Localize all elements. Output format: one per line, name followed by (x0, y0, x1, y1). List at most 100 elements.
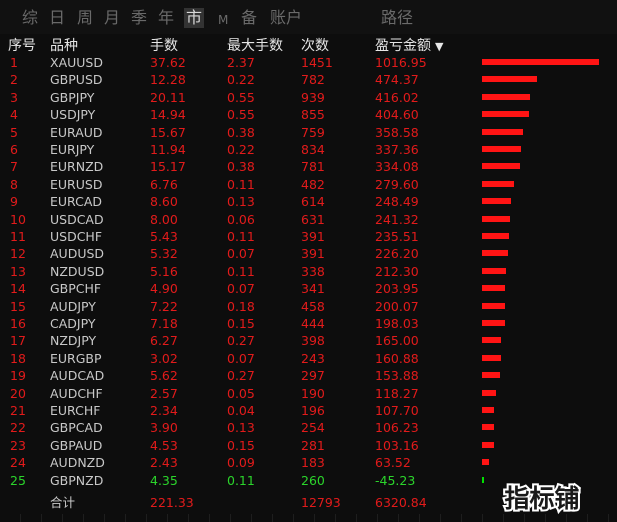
total-lots: 221.33 (150, 495, 194, 510)
table-row[interactable]: 9 EURCAD 8.60 0.13 614 248.49 (0, 193, 617, 210)
symbol-cell: XAUUSD (50, 55, 103, 70)
table-row[interactable]: 14 GBPCHF 4.90 0.07 341 203.95 (0, 280, 617, 297)
table-row[interactable]: 1 XAUUSD 37.62 2.37 1451 1016.95 (0, 54, 617, 71)
max-lots-cell: 0.11 (227, 472, 255, 488)
max-lots-cell: 0.15 (227, 437, 255, 453)
tab-path[interactable]: 路径 (381, 8, 413, 28)
header-pnl[interactable]: 盈亏金额 ▼ (375, 36, 443, 56)
tab-summary[interactable]: 综 (22, 8, 38, 28)
pnl-cell: 226.20 (375, 246, 419, 262)
header-max-lots[interactable]: 最大手数 (227, 36, 283, 56)
table-row[interactable]: 20 AUDCHF 2.57 0.05 190 118.27 (0, 385, 617, 402)
watermark-logo: 指标铺 (502, 482, 581, 515)
tab-week[interactable]: 周 (77, 8, 93, 28)
pnl-cell: 334.08 (375, 159, 419, 175)
table-row[interactable]: 5 EURAUD 15.67 0.38 759 358.58 (0, 124, 617, 141)
table-row[interactable]: 17 NZDJPY 6.27 0.27 398 165.00 (0, 332, 617, 349)
tab-quarter[interactable]: 季 (131, 8, 147, 28)
lots-cell: 6.76 (150, 176, 178, 192)
table-row[interactable]: 15 AUDJPY 7.22 0.18 458 200.07 (0, 298, 617, 315)
tab-notes[interactable]: 备 (241, 8, 257, 28)
table-row[interactable]: 18 EURGBP 3.02 0.07 243 160.88 (0, 350, 617, 367)
max-lots-cell: 0.13 (227, 194, 255, 210)
table-row[interactable]: 16 CADJPY 7.18 0.15 444 198.03 (0, 315, 617, 332)
lots-cell: 2.57 (150, 385, 178, 401)
lots-cell: 3.90 (150, 420, 178, 436)
header-count[interactable]: 次数 (301, 36, 329, 56)
count-cell: 759 (301, 124, 325, 140)
count-cell: 1451 (301, 55, 333, 70)
index-cell: 11 (10, 229, 26, 244)
pnl-cell: 198.03 (375, 316, 419, 331)
header-index[interactable]: 序号 (8, 36, 36, 56)
max-lots-cell: 0.22 (227, 142, 255, 157)
table-row[interactable]: 2 GBPUSD 12.28 0.22 782 474.37 (0, 71, 617, 88)
tab-month[interactable]: 月 (104, 8, 120, 28)
pnl-cell: 235.51 (375, 229, 419, 244)
table-row[interactable]: 12 AUDUSD 5.32 0.07 391 226.20 (0, 245, 617, 262)
header-pnl-label: 盈亏金额 (375, 38, 431, 54)
lots-cell: 4.35 (150, 472, 178, 488)
symbol-cell: USDJPY (50, 107, 96, 123)
symbol-cell: GBPUSD (50, 72, 103, 88)
lots-cell: 2.34 (150, 403, 178, 418)
pnl-cell: 200.07 (375, 298, 419, 314)
pnl-cell: 474.37 (375, 72, 419, 88)
count-cell: 190 (301, 385, 325, 401)
table-row[interactable]: 22 GBPCAD 3.90 0.13 254 106.23 (0, 419, 617, 436)
index-cell: 2 (10, 72, 18, 88)
symbol-cell: EURGBP (50, 350, 102, 366)
lots-cell: 5.43 (150, 229, 178, 244)
header-symbol[interactable]: 品种 (50, 36, 78, 56)
symbol-cell: GBPCAD (50, 420, 103, 436)
tab-year[interactable]: 年 (158, 8, 174, 28)
table-row[interactable]: 8 EURUSD 6.76 0.11 482 279.60 (0, 176, 617, 193)
index-cell: 21 (10, 403, 26, 418)
lots-cell: 6.27 (150, 333, 178, 349)
tab-m[interactable]: M (218, 10, 228, 30)
table-row[interactable]: 4 USDJPY 14.94 0.55 855 404.60 (0, 106, 617, 123)
lots-cell: 12.28 (150, 72, 186, 88)
count-cell: 834 (301, 142, 325, 157)
table-row[interactable]: 13 NZDUSD 5.16 0.11 338 212.30 (0, 263, 617, 280)
lots-cell: 11.94 (150, 142, 186, 157)
pnl-bar (482, 337, 501, 344)
header-lots[interactable]: 手数 (150, 36, 178, 56)
pnl-cell: 107.70 (375, 403, 419, 418)
index-cell: 4 (10, 107, 18, 123)
table-row[interactable]: 6 EURJPY 11.94 0.22 834 337.36 (0, 141, 617, 158)
count-cell: 482 (301, 176, 325, 192)
pnl-cell: 416.02 (375, 89, 419, 105)
count-cell: 939 (301, 89, 325, 105)
table-row[interactable]: 23 GBPAUD 4.53 0.15 281 103.16 (0, 437, 617, 454)
lots-cell: 15.17 (150, 159, 186, 175)
max-lots-cell: 0.55 (227, 89, 255, 105)
lots-cell: 5.32 (150, 246, 178, 262)
count-cell: 391 (301, 229, 325, 244)
table-row[interactable]: 24 AUDNZD 2.43 0.09 183 63.52 (0, 454, 617, 471)
sort-desc-icon[interactable]: ▼ (435, 40, 443, 53)
symbol-cell: AUDJPY (50, 298, 96, 314)
lots-cell: 8.60 (150, 194, 178, 210)
index-cell: 12 (10, 246, 26, 262)
index-cell: 25 (10, 472, 26, 488)
pnl-cell: 63.52 (375, 455, 411, 471)
count-cell: 341 (301, 281, 325, 297)
pnl-bar (482, 163, 520, 170)
tab-day[interactable]: 日 (49, 8, 65, 28)
pnl-bar (482, 128, 523, 135)
index-cell: 8 (10, 176, 18, 192)
table-row[interactable]: 11 USDCHF 5.43 0.11 391 235.51 (0, 228, 617, 245)
symbol-cell: CADJPY (50, 316, 96, 331)
pnl-bar (482, 198, 511, 205)
pnl-bar (482, 267, 506, 274)
tab-market[interactable]: 市 (184, 8, 205, 28)
pnl-cell: 358.58 (375, 124, 419, 140)
table-row[interactable]: 7 EURNZD 15.17 0.38 781 334.08 (0, 158, 617, 175)
table-row[interactable]: 21 EURCHF 2.34 0.04 196 107.70 (0, 402, 617, 419)
tab-account[interactable]: 账户 (270, 8, 302, 28)
pnl-bar (482, 424, 494, 431)
table-row[interactable]: 10 USDCAD 8.00 0.06 631 241.32 (0, 211, 617, 228)
table-row[interactable]: 3 GBPJPY 20.11 0.55 939 416.02 (0, 89, 617, 106)
table-row[interactable]: 19 AUDCAD 5.62 0.27 297 153.88 (0, 367, 617, 384)
